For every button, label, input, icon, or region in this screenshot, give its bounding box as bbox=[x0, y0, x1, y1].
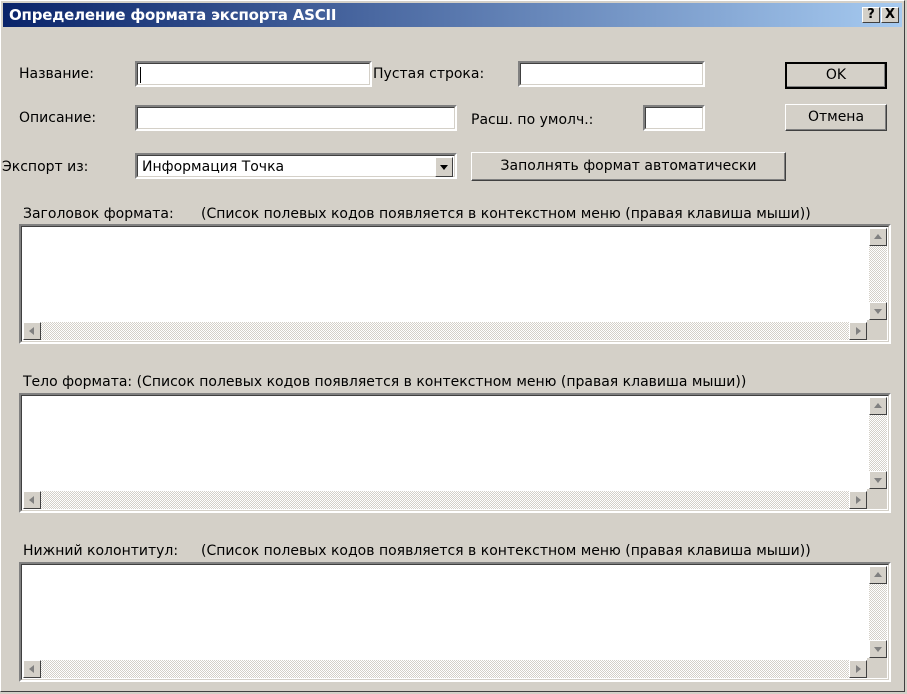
footer-label: Нижний колонтитул: bbox=[23, 543, 179, 559]
horizontal-scrollbar[interactable] bbox=[23, 491, 867, 509]
horizontal-scrollbar[interactable] bbox=[23, 322, 867, 340]
export-format-dialog: Определение формата экспорта ASCII ? X Н… bbox=[0, 0, 905, 692]
empty-row-input[interactable] bbox=[518, 61, 705, 87]
export-from-value: Информация Точка bbox=[142, 159, 285, 175]
vertical-scrollbar[interactable] bbox=[869, 228, 887, 320]
name-label: Название: bbox=[19, 66, 94, 82]
help-button[interactable]: ? bbox=[862, 7, 880, 23]
header-hint: (Список полевых кодов появляется в конте… bbox=[201, 206, 811, 222]
vertical-scrollbar[interactable] bbox=[869, 566, 887, 658]
scroll-down-icon[interactable] bbox=[869, 302, 887, 320]
dropdown-arrow-icon[interactable] bbox=[435, 157, 453, 177]
ok-button[interactable]: OK bbox=[785, 62, 887, 89]
vertical-scrollbar[interactable] bbox=[869, 397, 887, 489]
scroll-right-icon[interactable] bbox=[849, 491, 867, 509]
scrollbar-corner bbox=[867, 658, 887, 678]
scroll-left-icon[interactable] bbox=[23, 491, 41, 509]
scroll-right-icon[interactable] bbox=[849, 322, 867, 340]
scroll-down-icon[interactable] bbox=[869, 640, 887, 658]
cancel-button[interactable]: Отмена bbox=[785, 104, 887, 131]
name-input[interactable] bbox=[135, 61, 372, 87]
auto-fill-button[interactable]: Заполнять формат автоматически bbox=[471, 152, 786, 181]
default-ext-label: Расш. по умолч.: bbox=[471, 112, 594, 128]
description-label: Описание: bbox=[19, 110, 97, 126]
header-label: Заголовок формата: bbox=[23, 206, 174, 222]
body-format-textarea[interactable] bbox=[19, 393, 891, 513]
default-ext-input[interactable] bbox=[643, 105, 705, 131]
empty-row-label: Пустая строка: bbox=[373, 66, 485, 82]
export-from-label: Экспорт из: bbox=[2, 159, 89, 175]
scroll-up-icon[interactable] bbox=[869, 397, 887, 415]
header-format-textarea[interactable] bbox=[19, 224, 891, 344]
footer-hint: (Список полевых кодов появляется в конте… bbox=[201, 543, 811, 559]
scroll-down-icon[interactable] bbox=[869, 471, 887, 489]
scrollbar-corner bbox=[867, 320, 887, 340]
scroll-right-icon[interactable] bbox=[849, 660, 867, 678]
scroll-left-icon[interactable] bbox=[23, 660, 41, 678]
scroll-left-icon[interactable] bbox=[23, 322, 41, 340]
footer-format-textarea[interactable] bbox=[19, 562, 891, 682]
scrollbar-corner bbox=[867, 489, 887, 509]
scroll-up-icon[interactable] bbox=[869, 228, 887, 246]
close-button[interactable]: X bbox=[881, 7, 899, 23]
scroll-up-icon[interactable] bbox=[869, 566, 887, 584]
window-title: Определение формата экспорта ASCII bbox=[9, 6, 337, 24]
description-input[interactable] bbox=[135, 105, 457, 131]
text-caret bbox=[140, 67, 141, 83]
export-from-combobox[interactable]: Информация Точка bbox=[135, 153, 457, 179]
horizontal-scrollbar[interactable] bbox=[23, 660, 867, 678]
title-bar[interactable]: Определение формата экспорта ASCII ? X bbox=[3, 3, 902, 27]
body-label: Тело формата: (Список полевых кодов появ… bbox=[23, 374, 747, 390]
